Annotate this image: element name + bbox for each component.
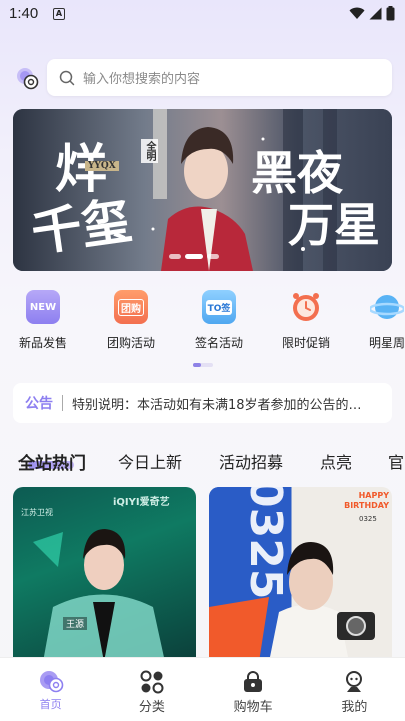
group-buy-icon-text: 团购 [118,298,144,316]
card-name-text: 王源 [63,617,88,630]
signature-icon-text: TO签 [205,299,233,315]
category-scroll-indicator [193,363,213,367]
tab-light-up[interactable]: 点亮 [320,449,352,473]
notice-bar[interactable]: 公告 特别说明：本活动如有未满18岁者参加的公告的说明 [13,383,392,423]
category-label: 签名活动 [194,336,243,350]
category-label: 团购活动 [106,336,155,350]
signal-icon [369,7,382,20]
alarm-clock-icon [289,290,323,324]
status-icons [349,6,395,21]
category-flash-sale[interactable]: 限时促销 [271,290,341,351]
battery-icon [386,6,395,21]
nav-home[interactable]: 首页 [0,658,101,721]
alarm-clock-svg [293,293,319,321]
banner-title-right-bottom: 万星 [288,198,380,252]
card-channel-text: 江苏卫视 [21,508,53,517]
product-card[interactable]: iQIYI爱奇艺 江苏卫视 王源 [13,487,196,662]
card-headline: HAPPY BIRTHDAY [344,491,389,510]
tab-event-recruit[interactable]: 活动招募 [219,449,283,473]
category-label: 新品发售 [18,336,67,350]
tab-new-today[interactable]: 今日上新 [118,449,182,473]
status-time: 1:40 [9,5,39,22]
bottom-navigation: 首页 分类 购物车 我的 [0,657,405,721]
notification-icon: A [53,8,65,20]
profile-icon [346,671,363,692]
feed-tabs: 全站热门 今日上新 活动招募 点亮 官 [0,449,405,479]
home-planet-icon [39,671,63,693]
signature-icon: TO签 [202,290,236,324]
nav-profile[interactable]: 我的 [304,658,405,721]
notice-divider [62,395,63,411]
tab-official[interactable]: 官 [388,449,404,473]
category-star-week[interactable]: 明星周 [352,290,405,351]
planet-svg [370,295,404,319]
banner-sign: 全明 [141,139,158,163]
search-placeholder: 输入你想搜索的内容 [83,72,201,87]
banner-title-left-bottom: 千玺 [27,190,136,263]
product-card[interactable]: 0325 HAPPY BIRTHDAY 0325 [209,487,392,662]
planet-icon [370,290,404,324]
pagination-dot [207,254,219,259]
planet-avatar-icon[interactable] [14,65,40,91]
nav-label: 购物车 [233,700,273,715]
notice-text: 特别说明：本活动如有未满18岁者参加的公告的说明 [72,397,372,413]
card-image [209,487,375,662]
wifi-icon [349,7,365,19]
pagination-dot [169,254,181,259]
new-icon-text: NEW [29,301,57,313]
category-new-release[interactable]: NEW 新品发售 [8,290,78,351]
category-group-buy[interactable]: 团购 团购活动 [96,290,166,351]
card-big-number: 0325 [240,487,291,600]
tab-hot[interactable]: 全站热门 [18,449,86,474]
pagination-dot-active [185,254,203,259]
nav-label: 首页 [39,698,62,711]
card-date: 0325 [359,515,377,523]
search-input[interactable]: 输入你想搜索的内容 [47,59,392,96]
banner-corner-tag: YYQX [85,161,119,171]
nav-category[interactable]: 分类 [101,658,202,721]
nav-label: 分类 [138,700,165,715]
banner-pagination [169,254,219,259]
new-icon: NEW [26,290,60,324]
shopping-bag-icon [244,671,263,692]
nav-label: 我的 [341,700,368,715]
search-icon [59,70,75,85]
category-label: 明星周 [368,336,405,350]
status-bar: 1:40 A [0,0,405,28]
category-grid-icon [140,670,164,694]
category-label: 限时促销 [281,336,330,350]
category-signature[interactable]: TO签 签名活动 [184,290,254,351]
notice-label: 公告 [25,396,53,412]
group-buy-icon: 团购 [114,290,148,324]
promo-banner[interactable]: 烊 千玺 黑夜 万星 YYQX 全明 [13,109,392,271]
category-shortcuts: NEW 新品发售 团购 团购活动 TO签 签名活动 限时促销 明星周 [0,290,405,360]
card-brand-text: iQIYI爱奇艺 [113,497,170,508]
nav-cart[interactable]: 购物车 [203,658,304,721]
